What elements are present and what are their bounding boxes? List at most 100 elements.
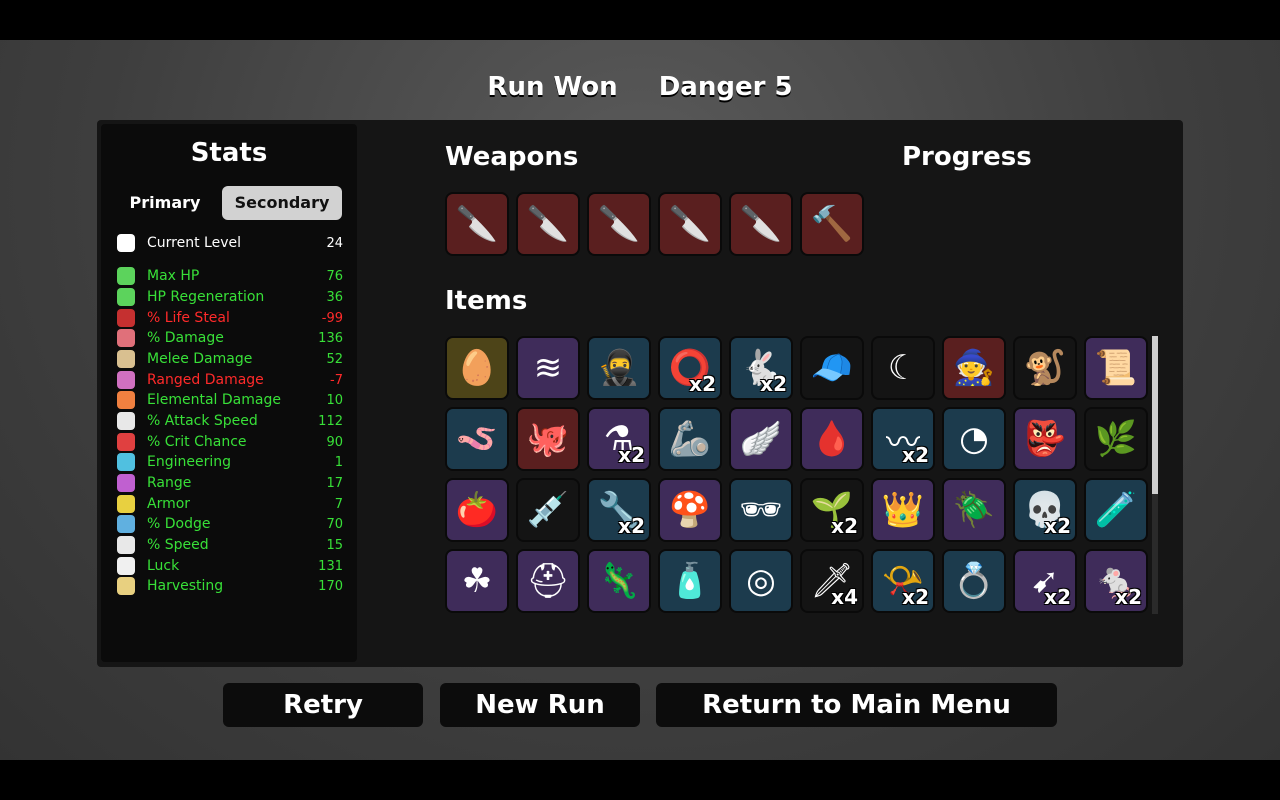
item-slot[interactable]: 🐒 <box>1013 336 1077 400</box>
weapons-title: Weapons <box>445 142 579 172</box>
weapon-slot[interactable]: 🔪 <box>729 192 793 256</box>
item-slot[interactable]: 💉 <box>516 478 580 542</box>
weapon-slot[interactable]: 🔪 <box>658 192 722 256</box>
item-slot[interactable]: 🔧 x2 <box>587 478 651 542</box>
item-slot[interactable]: 🦎 <box>587 549 651 613</box>
stat-label: Luck <box>147 558 180 574</box>
letterbox-bottom <box>0 760 1280 800</box>
stat-row[interactable]: Harvesting 170 <box>117 576 343 596</box>
item-slot[interactable]: 🐇 x2 <box>729 336 793 400</box>
items-scroll-thumb[interactable] <box>1152 336 1158 494</box>
item-slot[interactable]: ◎ <box>729 549 793 613</box>
item-slot[interactable]: 📜 <box>1084 336 1148 400</box>
item-slot[interactable]: ⚗ x2 <box>587 407 651 471</box>
tab-secondary[interactable]: Secondary <box>222 186 342 220</box>
item-slot[interactable]: 🧢 <box>800 336 864 400</box>
item-count: x2 <box>831 514 858 538</box>
stat-value: 131 <box>318 558 343 574</box>
item-slot[interactable]: 💍 <box>942 549 1006 613</box>
worm-icon: 🪱 <box>455 419 499 459</box>
item-slot[interactable]: 🌿 <box>1084 407 1148 471</box>
item-slot[interactable]: 🌱 x2 <box>800 478 864 542</box>
stat-value: 17 <box>326 475 343 491</box>
egg-icon: 🥚 <box>455 348 499 388</box>
item-slot[interactable]: 🍄 <box>658 478 722 542</box>
stat-row[interactable]: % Damage 136 <box>117 328 343 348</box>
tab-primary[interactable]: Primary <box>115 186 215 220</box>
item-slot[interactable]: 🪱 <box>445 407 509 471</box>
stat-row[interactable]: Engineering 1 <box>117 452 343 472</box>
stat-value: 36 <box>326 289 343 305</box>
stat-value: 1 <box>334 454 343 470</box>
goblin-icon: 👺 <box>1023 419 1067 459</box>
item-slot[interactable]: ⭕ x2 <box>658 336 722 400</box>
item-slot[interactable]: 🍅 <box>445 478 509 542</box>
items-scrollbar[interactable] <box>1152 336 1158 614</box>
stat-row[interactable]: Armor 7 <box>117 494 343 514</box>
ring-icon: 💍 <box>952 561 996 601</box>
glasses-icon: 🕶 <box>739 490 783 530</box>
weapon-slot[interactable]: 🔪 <box>516 192 580 256</box>
dodge-icon <box>117 515 135 533</box>
stat-row[interactable]: % Life Steal -99 <box>117 308 343 328</box>
weapon-slot[interactable]: 🔨 <box>800 192 864 256</box>
retry-button[interactable]: Retry <box>223 683 423 727</box>
item-count: x2 <box>618 514 645 538</box>
claw-scratch-icon: ≋ <box>533 348 563 388</box>
stat-value: 112 <box>318 413 343 429</box>
item-slot[interactable]: ⛑ <box>516 549 580 613</box>
stat-row[interactable]: Elemental Damage 10 <box>117 390 343 410</box>
item-count: x2 <box>1044 585 1071 609</box>
stat-row[interactable]: Melee Damage 52 <box>117 349 343 369</box>
item-slot[interactable]: 🥷 <box>587 336 651 400</box>
item-count: x2 <box>689 372 716 396</box>
stat-row[interactable]: % Speed 15 <box>117 535 343 555</box>
item-slot[interactable]: 🗡 x4 <box>800 549 864 613</box>
stat-row[interactable]: Luck 131 <box>117 556 343 576</box>
stat-row[interactable]: Range 17 <box>117 473 343 493</box>
item-slot[interactable]: 🧙 <box>942 336 1006 400</box>
item-slot[interactable]: 👑 <box>871 478 935 542</box>
item-slot[interactable]: ➹ x2 <box>1013 549 1077 613</box>
alien-bug-icon: 🪲 <box>952 490 996 530</box>
item-slot[interactable]: ≋ <box>516 336 580 400</box>
blood-bag-icon: 🩸 <box>810 419 854 459</box>
stat-row[interactable]: % Attack Speed 112 <box>117 411 343 431</box>
weapon-slot[interactable]: 🔪 <box>587 192 651 256</box>
stat-row[interactable]: Current Level 24 <box>117 233 343 253</box>
stat-row[interactable]: Max HP 76 <box>117 266 343 286</box>
item-slot[interactable]: 🪲 <box>942 478 1006 542</box>
weapon-slot[interactable]: 🔪 <box>445 192 509 256</box>
item-slot[interactable]: 🧴 <box>658 549 722 613</box>
stat-row[interactable]: % Crit Chance 90 <box>117 432 343 452</box>
item-slot[interactable]: 💀 x2 <box>1013 478 1077 542</box>
item-slot[interactable]: ◔ <box>942 407 1006 471</box>
item-slot[interactable]: 🩸 <box>800 407 864 471</box>
dice-icon <box>117 557 135 575</box>
stat-value: 52 <box>326 351 343 367</box>
item-slot[interactable]: 🐁 x2 <box>1084 549 1148 613</box>
item-slot[interactable]: 🥚 <box>445 336 509 400</box>
item-slot[interactable]: 🦾 <box>658 407 722 471</box>
range-icon <box>117 474 135 492</box>
new-run-button[interactable]: New Run <box>440 683 640 727</box>
item-slot[interactable]: 👺 <box>1013 407 1077 471</box>
stat-row[interactable]: Ranged Damage -7 <box>117 370 343 390</box>
run-header: Run Won Danger 5 <box>0 72 1280 102</box>
item-slot[interactable]: 🪽 <box>729 407 793 471</box>
main-menu-button[interactable]: Return to Main Menu <box>656 683 1057 727</box>
item-slot[interactable]: 〰 x2 <box>871 407 935 471</box>
run-result: Run Won <box>487 72 618 102</box>
item-slot[interactable]: 🐙 <box>516 407 580 471</box>
moss-icon: 🌿 <box>1094 419 1138 459</box>
item-slot[interactable]: 🧪 <box>1084 478 1148 542</box>
stat-row[interactable]: HP Regeneration 36 <box>117 287 343 307</box>
item-slot[interactable]: ☾ <box>871 336 935 400</box>
item-slot[interactable]: ☘ <box>445 549 509 613</box>
item-slot[interactable]: 📯 x2 <box>871 549 935 613</box>
wheat-icon <box>117 577 135 595</box>
stat-label: Harvesting <box>147 578 224 594</box>
stat-row[interactable]: % Dodge 70 <box>117 514 343 534</box>
items-title: Items <box>445 286 528 316</box>
item-slot[interactable]: 🕶 <box>729 478 793 542</box>
